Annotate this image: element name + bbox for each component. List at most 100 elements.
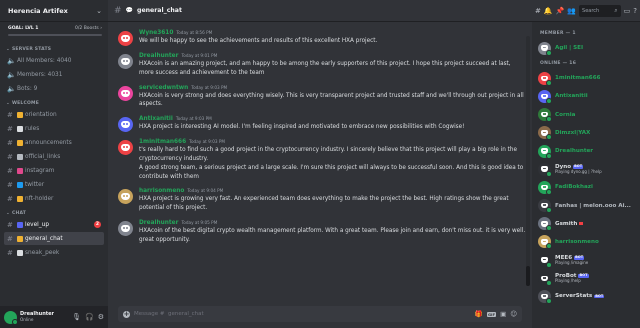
discord-logo-icon [121,58,130,65]
message-header: Drealhunter Today at 9:01 PM [139,53,526,60]
help-icon[interactable]: ? [633,7,637,15]
category-server-stats[interactable]: ⌄ SERVER STATS [0,42,108,54]
member-item[interactable]: Drealhunter [538,142,636,160]
channel-emoji-icon [17,125,23,132]
channel-emoji-icon [17,167,23,174]
user-panel: Drealhunter Online 🎙 🎧 ⚙ [0,306,108,328]
member-item[interactable]: Gsmith [538,215,636,233]
member-item[interactable]: Cornia [538,106,636,124]
channel-label: twitter [25,181,45,188]
stat-channel[interactable]: 🔈 Members: 4031 [4,68,104,81]
member-item[interactable]: Dyno BOT Playing dyno.gg | ?help [538,160,636,178]
member-name: ServerStats BOT [555,293,605,299]
member-name-label: Cornia [555,111,576,118]
sticker-icon[interactable]: ▣ [500,310,506,318]
member-text: FadiBokhazi [555,184,593,190]
avatar[interactable] [118,85,133,101]
message-author[interactable]: Drealhunter [139,53,178,60]
avatar[interactable] [118,117,133,133]
add-attachment-icon[interactable]: + [123,310,130,318]
channel-instagram[interactable]: # instagram [4,164,104,177]
server-header[interactable]: Herencia Artifex ⌄ [0,0,108,22]
member-item[interactable]: Dimzxl|YAX [538,124,636,142]
message-body: harrisonmeno Today at 9:04 PM HXA project … [139,188,526,213]
channel-title: general_chat [137,7,182,14]
member-name: Drealhunter [555,148,593,154]
boost-goal[interactable]: GOAL: LVL 1 0/2 Boosts › [0,22,108,34]
message-author[interactable]: Drealhunter [139,220,178,227]
channel-emoji-icon [17,111,23,118]
avatar[interactable] [118,31,133,46]
pin-icon[interactable]: 📌 [556,7,565,15]
inbox-icon[interactable]: ▭ [624,7,631,15]
headphones-icon[interactable]: 🎧 [85,313,94,321]
message-author[interactable]: harrisonmeno [139,188,184,195]
member-item[interactable]: ProBot BOT Playing /help [538,269,636,287]
channel-official_links[interactable]: # official_links [4,150,104,163]
channel-general_chat[interactable]: # general_chat [4,232,104,245]
channel-header: # 💬 general_chat [108,0,532,22]
message-author[interactable]: Antixanitii [139,116,173,123]
member-list: MEMBER — 1 Agil | SEI ONLINE — 16 1minit… [532,22,640,328]
gear-icon[interactable]: ⚙ [98,313,104,321]
member-text: ProBot BOT Playing /help [555,273,589,284]
members-icon[interactable]: 👥 [567,7,576,15]
member-item[interactable]: 1minitman666 [538,69,636,87]
message-scrollbar[interactable] [526,36,530,286]
stat-channel[interactable]: 🔈 Bots: 9 [4,82,104,95]
member-item[interactable]: Antixanitii [538,87,636,105]
stat-channel[interactable]: 🔈 All Members: 4040 [4,54,104,67]
message-author[interactable]: 1minitman666 [139,139,186,146]
category-welcome[interactable]: ⌄ WELCOME [0,96,108,108]
message-body: Drealhunter Today at 9:01 PM HXAcoin is an… [139,53,526,78]
member-item[interactable]: harrisonmeno [538,233,636,251]
member-online-header: ONLINE — 16 [540,61,577,67]
avatar[interactable] [118,140,133,156]
hash-icon: # [7,110,13,119]
channel-sneak_peek[interactable]: # sneak_peek [4,246,104,259]
search-input[interactable]: Search ⌕ [579,4,621,17]
emoji-icon[interactable]: ☺ [510,310,517,318]
avatar[interactable] [118,54,133,69]
member-name: Dimzxl|YAX [555,130,590,136]
avatar[interactable] [4,310,18,325]
discord-logo-icon [121,121,130,129]
scroll-thumb[interactable] [526,266,530,286]
chevron-down-icon[interactable]: ⌄ [96,7,102,15]
channel-announcements[interactable]: # announcements [4,136,104,149]
member-item[interactable]: MEE6 BOT Playing /imagine [538,251,636,269]
member-text: MEE6 BOT Playing /imagine [555,255,588,266]
goal-boosts: 0/2 Boosts › [75,26,102,31]
message-author[interactable]: servicedwntwn [139,85,188,92]
member-item[interactable]: ServerStats BOT [538,287,636,305]
message-author[interactable]: Wyne3610 [139,30,173,37]
message-content: HXA project is growing very fast. An exp… [139,195,526,213]
bell-icon[interactable]: 🔔 [544,7,553,15]
discord-logo-icon [121,144,130,152]
member-item[interactable]: Fanhas | melon.ooo Ai... [538,197,636,215]
microphone-icon[interactable]: 🎙 [72,313,81,321]
avatar[interactable] [118,189,133,205]
channel-label: announcements [25,139,72,146]
message-list: Wyne3610 Today at 8:56 PM We will be happy… [108,22,532,302]
discord-logo-icon [541,111,548,118]
message-input[interactable] [134,311,471,317]
gift-icon[interactable]: 🎁 [475,310,483,318]
discord-logo-icon [541,275,548,282]
threads-icon[interactable]: # [535,7,541,15]
channel-rules[interactable]: # rules [4,122,104,135]
member-item[interactable]: Agil | SEI [538,39,636,57]
message-content: HXAcoin is very strong and does everythi… [139,92,526,110]
avatar[interactable] [118,221,133,237]
hash-icon: # [7,220,13,229]
gif-button[interactable]: GIF [486,311,497,317]
category-chat[interactable]: ⌄ CHAT [0,206,108,218]
channel-level_up[interactable]: # level_up 2 [4,218,104,231]
speaker-icon: 🔈 [7,84,16,93]
member-item[interactable]: FadiBokhazi [538,178,636,196]
avatar [538,290,552,305]
channel-nft-holder[interactable]: # nft-holder [4,192,104,205]
channel-list: ⌄ SERVER STATS 🔈 All Members: 4040 🔈 Membe… [0,40,108,306]
channel-orientation[interactable]: # orientation [4,108,104,121]
channel-twitter[interactable]: # twitter [4,178,104,191]
